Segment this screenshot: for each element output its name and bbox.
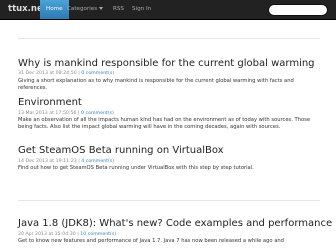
post-excerpt: Make an observation of all the impacts h… [18,117,311,130]
post-meta: 13 Mar 2013 at 17:50:56 | 0 comment(s) [18,111,114,116]
chevron-down-icon [99,7,104,10]
post-date: 13 Mar 2013 at 17:50:56 [18,111,77,116]
post-meta: 14 Dec 2013 at 19:11:23 | 4 comment(s) [18,159,115,164]
nav-signin[interactable]: Sign In [132,0,151,19]
post-date: 20 Apr 2013 at 15:04:30 [18,232,76,237]
nav-categories-label: Categories [67,6,98,12]
post-title[interactable]: Java 1.8 (JDK8): What's new? Code exampl… [18,218,332,229]
search-input[interactable] [268,4,328,16]
post-comments[interactable]: 4 comment(s) [81,159,114,164]
divider [18,38,320,39]
post-date: 31 Dec 2013 at 08:24:50 [18,71,77,76]
post-meta: 20 Apr 2013 at 15:04:30 | 10 comment(s) [18,232,117,237]
post-excerpt: Giving a short explanation as to why man… [18,78,294,91]
post-title[interactable]: Environment [18,97,82,108]
top-navbar: ttux.net Home Categories RSS Sign In [0,0,336,20]
post-excerpt: Get to know new features and performance… [18,238,284,244]
post-comments[interactable]: 10 comment(s) [80,232,116,237]
nav-home[interactable]: Home [40,0,69,19]
post-meta: 31 Dec 2013 at 08:24:50 | 0 comment(s) [18,71,115,76]
nav-rss[interactable]: RSS [113,0,124,19]
divider [18,200,320,201]
post-excerpt: Find out how to get SteamOS Beta running… [18,165,254,171]
post-date: 14 Dec 2013 at 19:11:23 [18,159,77,164]
nav-categories[interactable]: Categories [67,0,104,19]
post-title[interactable]: Why is mankind responsible for the curre… [18,58,315,69]
post-comments[interactable]: 0 comment(s) [81,71,114,76]
post-title[interactable]: Get SteamOS Beta running on VirtualBox [18,145,224,156]
post-comments[interactable]: 0 comment(s) [81,111,114,116]
